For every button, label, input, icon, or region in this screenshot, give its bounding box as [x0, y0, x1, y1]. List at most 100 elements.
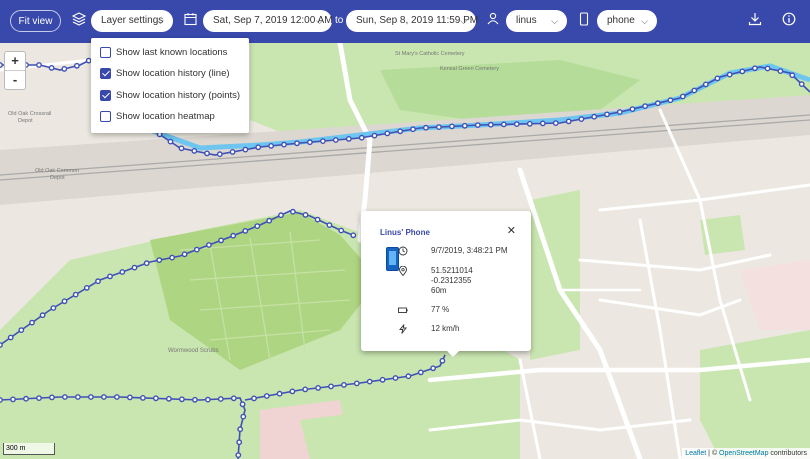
location-point[interactable] [405, 373, 412, 380]
device-select[interactable]: phone ⌵ [597, 10, 657, 32]
location-point[interactable] [392, 375, 399, 381]
location-point[interactable] [230, 232, 237, 239]
location-point[interactable] [143, 260, 150, 267]
location-point[interactable] [366, 378, 373, 385]
location-point[interactable] [667, 97, 674, 104]
location-point[interactable] [61, 66, 68, 72]
location-point[interactable] [552, 120, 559, 127]
location-point[interactable] [417, 369, 424, 376]
location-point[interactable] [255, 144, 262, 151]
location-point[interactable] [326, 222, 333, 229]
location-point[interactable] [642, 103, 648, 110]
location-point[interactable] [0, 342, 3, 348]
location-point[interactable] [39, 312, 46, 319]
location-point[interactable] [7, 334, 14, 341]
location-point[interactable] [702, 81, 709, 88]
location-point[interactable] [204, 396, 211, 403]
location-point[interactable] [75, 394, 81, 400]
location-point[interactable] [61, 298, 68, 305]
location-point[interactable] [229, 148, 236, 155]
location-point[interactable] [266, 217, 273, 224]
location-point[interactable] [0, 62, 3, 68]
location-point[interactable] [629, 106, 636, 113]
user-select[interactable]: linus ⌵ [506, 10, 567, 32]
end-date-select[interactable]: Sun, Sep 8, 2019 11:59 PM ⌵ [346, 10, 478, 32]
location-point[interactable] [278, 212, 284, 219]
fit-view-button[interactable]: Fit view [10, 10, 61, 32]
checkbox-unchecked[interactable] [100, 47, 111, 58]
location-point[interactable] [752, 65, 758, 72]
location-point[interactable] [691, 87, 698, 94]
location-point[interactable] [526, 120, 533, 127]
location-point[interactable] [239, 401, 246, 408]
location-point[interactable] [131, 264, 138, 271]
location-point[interactable] [439, 357, 446, 364]
location-point[interactable] [289, 388, 296, 395]
location-point[interactable] [169, 254, 176, 261]
location-point[interactable] [18, 327, 25, 333]
location-point[interactable] [358, 134, 365, 141]
location-point[interactable] [251, 395, 257, 402]
location-point[interactable] [191, 147, 198, 154]
location-point[interactable] [191, 396, 198, 403]
location-point[interactable] [181, 251, 188, 258]
location-point[interactable] [237, 426, 244, 433]
location-point[interactable] [193, 246, 200, 253]
location-point[interactable] [294, 140, 300, 147]
zoom-in-button[interactable]: + [5, 52, 25, 71]
start-date-select[interactable]: Sat, Sep 7, 2019 12:00 AM ⌵ [203, 10, 333, 32]
location-point[interactable] [156, 257, 163, 263]
location-point[interactable] [74, 62, 80, 69]
location-point[interactable] [328, 383, 334, 390]
location-point[interactable] [726, 71, 733, 78]
location-point[interactable] [29, 319, 35, 326]
location-point[interactable] [654, 100, 661, 107]
location-point[interactable] [384, 130, 391, 137]
location-point[interactable] [10, 396, 16, 403]
location-point[interactable] [126, 394, 133, 401]
location-point[interactable] [235, 452, 242, 458]
location-point[interactable] [302, 211, 309, 218]
location-point[interactable] [289, 208, 296, 215]
location-point[interactable] [739, 68, 746, 75]
location-point[interactable] [430, 365, 436, 372]
location-point[interactable] [263, 393, 270, 399]
layer-settings-button[interactable]: Layer settings ⌵ [91, 10, 173, 32]
location-point[interactable] [679, 93, 686, 100]
location-point[interactable] [218, 237, 225, 244]
location-point[interactable] [107, 273, 113, 280]
location-point[interactable] [345, 135, 352, 142]
location-point[interactable] [230, 395, 237, 402]
location-point[interactable] [306, 139, 313, 146]
location-point[interactable] [62, 394, 68, 400]
checkbox-checked[interactable] [100, 90, 111, 101]
location-point[interactable] [36, 62, 42, 68]
location-point[interactable] [340, 381, 347, 388]
location-point[interactable] [379, 376, 386, 383]
location-point[interactable] [315, 384, 321, 391]
location-point[interactable] [36, 395, 42, 401]
location-point[interactable] [281, 141, 287, 148]
location-point[interactable] [319, 138, 326, 145]
location-point[interactable] [49, 394, 55, 401]
download-icon[interactable] [748, 12, 764, 30]
location-point[interactable] [777, 68, 784, 75]
location-point[interactable] [167, 138, 174, 145]
location-point[interactable] [23, 395, 29, 402]
location-point[interactable] [88, 394, 94, 400]
location-point[interactable] [0, 397, 3, 403]
location-point[interactable] [50, 305, 57, 311]
location-point[interactable] [513, 121, 520, 128]
location-point[interactable] [83, 284, 90, 291]
location-point[interactable] [448, 123, 455, 130]
info-icon[interactable] [782, 12, 798, 30]
location-point[interactable] [268, 142, 274, 149]
location-point[interactable] [487, 121, 494, 128]
location-point[interactable] [302, 386, 309, 393]
location-point[interactable] [353, 380, 360, 387]
location-point[interactable] [254, 223, 261, 230]
location-point[interactable] [178, 145, 185, 152]
location-point[interactable] [350, 232, 357, 239]
location-point[interactable] [591, 113, 598, 120]
location-point[interactable] [314, 216, 321, 223]
